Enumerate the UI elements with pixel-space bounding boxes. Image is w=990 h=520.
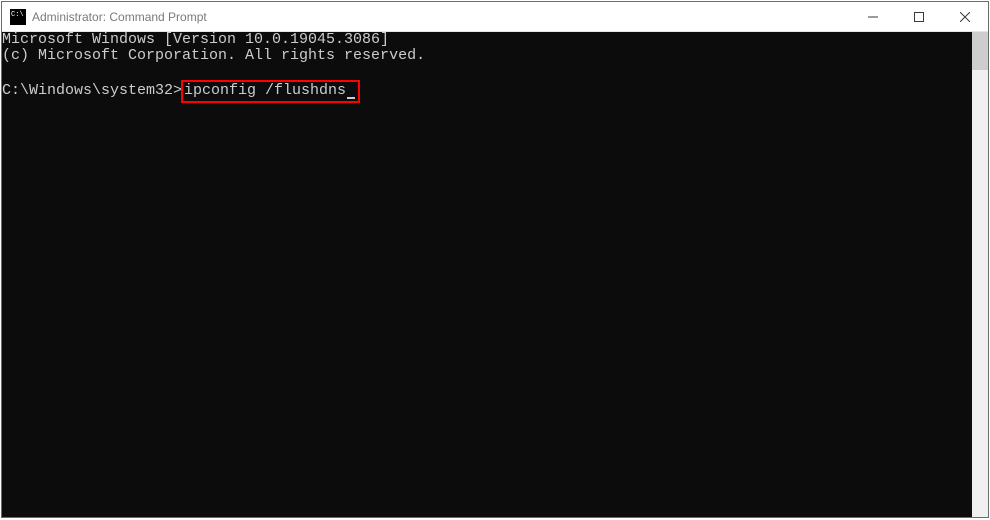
scrollbar-thumb[interactable] — [972, 32, 988, 70]
minimize-icon — [868, 12, 878, 22]
minimize-button[interactable] — [850, 2, 896, 31]
titlebar[interactable]: Administrator: Command Prompt — [2, 2, 988, 32]
window-controls — [850, 2, 988, 31]
maximize-button[interactable] — [896, 2, 942, 31]
terminal-command-line: C:\Windows\system32>ipconfig /flushdns — [2, 80, 972, 103]
maximize-icon — [914, 12, 924, 22]
terminal-area: Microsoft Windows [Version 10.0.19045.30… — [2, 32, 988, 517]
cursor — [347, 97, 355, 99]
cmd-icon — [10, 9, 26, 25]
terminal-copyright-line: (c) Microsoft Corporation. All rights re… — [2, 48, 972, 64]
vertical-scrollbar[interactable] — [972, 32, 988, 517]
terminal-version-line: Microsoft Windows [Version 10.0.19045.30… — [2, 32, 972, 48]
terminal-command: ipconfig /flushdns — [184, 82, 346, 99]
close-icon — [960, 12, 970, 22]
terminal[interactable]: Microsoft Windows [Version 10.0.19045.30… — [2, 32, 972, 517]
command-prompt-window: Administrator: Command Prompt Microsoft — [1, 1, 989, 518]
command-highlight: ipconfig /flushdns — [181, 80, 360, 103]
terminal-prompt: C:\Windows\system32> — [2, 82, 182, 99]
terminal-blank-line — [2, 64, 972, 80]
window-title: Administrator: Command Prompt — [32, 10, 850, 24]
close-button[interactable] — [942, 2, 988, 31]
